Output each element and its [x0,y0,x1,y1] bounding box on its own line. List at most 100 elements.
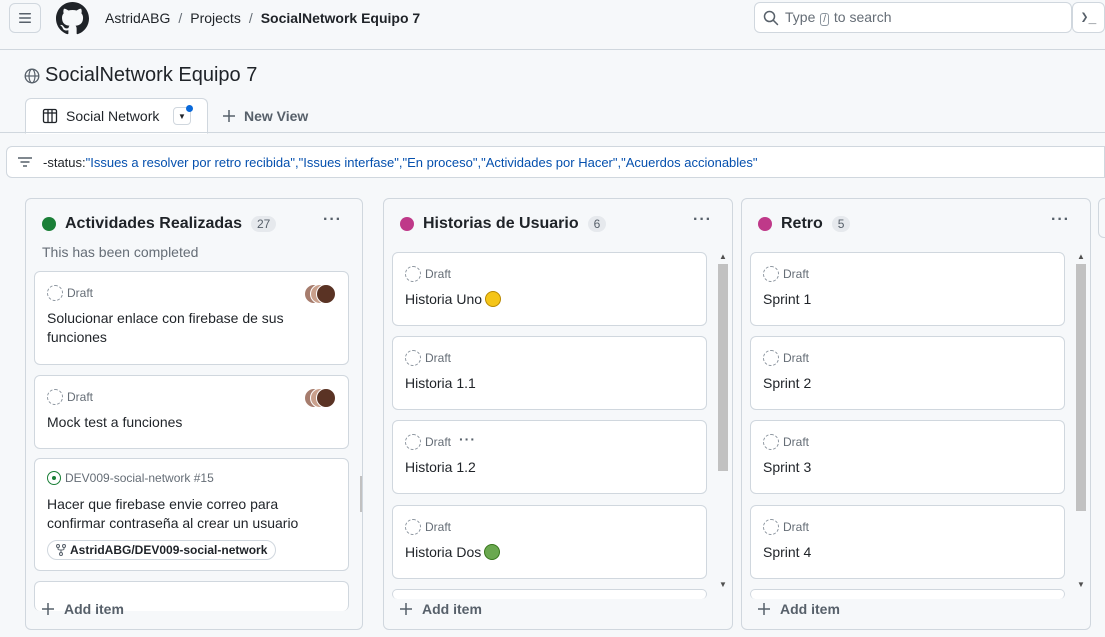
add-item-button[interactable]: Add item [42,601,124,617]
card-item[interactable]: Draft Sprint 4 [750,505,1065,579]
card-title[interactable]: Sprint 1 [763,290,811,309]
card-title[interactable]: Sprint 4 [763,543,811,562]
chevron-down-icon: ▼ [178,111,186,121]
scrollbar-thumb[interactable] [360,476,362,512]
scroll-up-icon[interactable]: ▲ [1077,252,1085,261]
card-title[interactable]: Sprint 2 [763,374,811,393]
card-item[interactable]: Draft Historia Dos [392,505,707,579]
draft-status: Draft [763,434,809,450]
column-scrollbar[interactable]: ▲ ▼ [716,252,730,589]
issue-reference[interactable]: DEV009-social-network #15 [47,471,214,485]
draft-icon [763,266,779,282]
breadcrumb-separator: / [178,10,183,26]
card-title[interactable]: Solucionar enlace con firebase de sus fu… [47,309,297,347]
scrollbar-thumb[interactable] [718,264,728,471]
card-title[interactable]: Historia Dos [405,543,501,562]
card-title[interactable]: Historia Uno [405,290,502,309]
card-menu-button[interactable]: ··· [459,431,476,447]
status-dot-pink [400,217,414,231]
draft-icon [763,434,779,450]
card-title[interactable]: Hacer que firebase envie correo para con… [47,495,327,533]
assignee-avatars[interactable] [304,388,336,408]
scrollbar-thumb[interactable] [1076,264,1086,511]
column-header: Retro 5 [758,215,851,233]
breadcrumb-owner[interactable]: AstridABG [105,10,170,26]
card-item[interactable]: Draft Historia Uno [392,252,707,326]
column-menu-button[interactable]: ··· [693,211,712,229]
new-view-button[interactable]: New View [222,108,308,124]
draft-status: Draft [47,285,93,301]
column-scrollbar[interactable]: ▲ ▼ [358,271,362,589]
draft-icon [763,350,779,366]
board-column-partial [1098,198,1105,238]
column-description: This has been completed [42,244,199,260]
tab-label: Social Network [66,108,160,124]
column-count: 5 [831,216,851,232]
card-item[interactable]: Draft Sprint 2 [750,336,1065,410]
draft-icon [405,266,421,282]
card-title[interactable]: Historia 1.2 [405,458,476,477]
column-count: 6 [587,216,607,232]
board-icon [42,108,58,124]
kebab-icon: ··· [693,211,712,228]
card-item-partial[interactable] [392,589,707,599]
column-scrollbar[interactable]: ▲ ▼ [1074,252,1088,589]
card-title[interactable]: Sprint 3 [763,458,811,477]
breadcrumb-projects[interactable]: Projects [190,10,241,26]
avatar [316,388,336,408]
search-input[interactable]: Type / to search [754,2,1072,33]
github-logo-icon[interactable] [56,2,89,35]
terminal-icon: ❯_ [1080,10,1097,25]
project-title: SocialNetwork Equipo 7 [45,64,258,86]
repository-tag[interactable]: AstridABG/DEV009-social-network [47,540,277,560]
column-menu-button[interactable]: ··· [1051,211,1070,229]
draft-status: Draft [405,266,451,282]
scroll-down-icon[interactable]: ▼ [719,580,727,589]
add-item-button[interactable]: Add item [400,601,482,617]
unsaved-changes-dot [186,105,193,112]
card-item[interactable]: Draft Mock test a funciones [34,375,349,449]
page-title: SocialNetwork Equipo 7 [24,64,257,87]
draft-icon [47,285,63,301]
draft-status: Draft [763,266,809,282]
draft-icon [763,519,779,535]
status-dot-pink [758,217,772,231]
kebab-icon: ··· [1051,211,1070,228]
hamburger-icon [19,13,31,23]
plus-icon [42,603,54,615]
board-column-retro: Retro 5 ··· Draft Sprint 1 Draft Sprint … [741,198,1091,630]
tab-social-network[interactable]: Social Network ▼ [25,98,208,134]
board-column-historias-de-usuario: Historias de Usuario 6 ··· Draft Histori… [383,198,733,630]
add-item-button[interactable]: Add item [758,601,840,617]
card-item[interactable]: Draft Sprint 3 [750,420,1065,494]
plus-icon [400,603,412,615]
draft-icon [47,389,63,405]
status-dot-green [42,217,56,231]
breadcrumb-project[interactable]: SocialNetwork Equipo 7 [261,10,420,26]
scroll-up-icon[interactable]: ▲ [361,271,362,280]
issue-open-icon [47,471,61,485]
scroll-up-icon[interactable]: ▲ [719,252,727,261]
command-palette-button[interactable]: ❯_ [1072,2,1105,33]
filter-input[interactable]: -status:"Issues a resolver por retro rec… [6,146,1105,178]
assignee-avatars[interactable] [304,284,336,304]
hamburger-menu-button[interactable] [9,3,41,33]
card-item[interactable]: Draft Historia 1.1 [392,336,707,410]
smiley-icon [485,291,502,307]
column-count: 27 [250,216,277,232]
card-title[interactable]: Mock test a funciones [47,413,182,432]
card-item-partial[interactable] [750,589,1065,599]
alien-icon [484,544,501,560]
card-item[interactable]: DEV009-social-network #15 Hacer que fire… [34,458,349,571]
column-menu-button[interactable]: ··· [323,211,342,229]
filter-query: -status:"Issues a resolver por retro rec… [43,154,758,170]
search-placeholder: Type / to search [785,9,892,26]
column-title: Historias de Usuario [423,215,579,232]
scroll-down-icon[interactable]: ▼ [1077,580,1085,589]
scroll-down-icon[interactable]: ▼ [361,580,362,589]
card-item[interactable]: Draft Sprint 1 [750,252,1065,326]
card-title[interactable]: Historia 1.1 [405,374,476,393]
card-item[interactable]: Draft Solucionar enlace con firebase de … [34,271,349,365]
column-title: Retro [781,215,823,232]
card-item[interactable]: Draft ··· Historia 1.2 [392,420,707,494]
